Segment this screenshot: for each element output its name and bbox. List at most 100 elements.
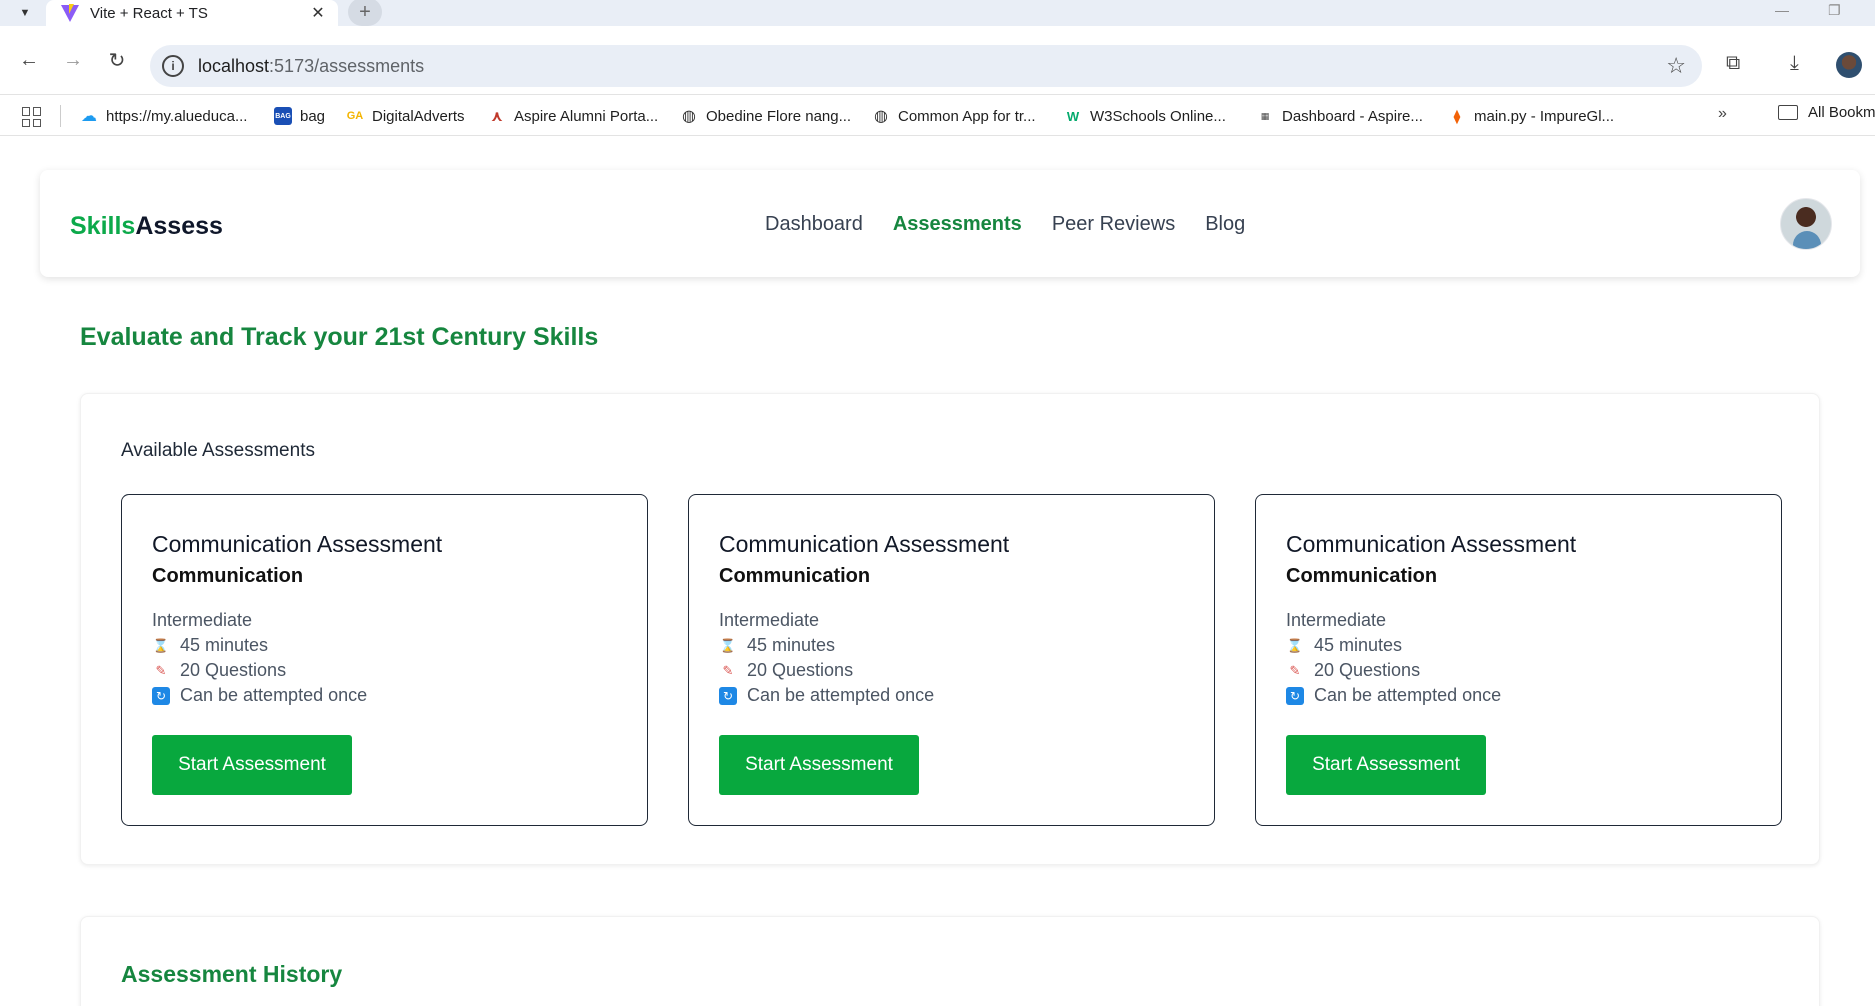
forward-icon[interactable]: → (58, 45, 88, 75)
assessment-questions: ✎ 20 Questions (719, 660, 854, 681)
reload-icon[interactable]: ↻ (102, 45, 132, 75)
tab-search-icon[interactable]: ▼ (14, 2, 36, 24)
bookmark-label: https://my.alueduca... (106, 107, 248, 125)
page-title: Evaluate and Track your 21st Century Ski… (80, 323, 599, 351)
nav-blog[interactable]: Blog (1205, 213, 1245, 236)
assessment-history-section: Assessment History (80, 916, 1820, 1006)
assessment-attempts: ↻ Can be attempted once (1286, 685, 1501, 706)
repeat-icon: ↻ (152, 686, 170, 705)
profile-avatar[interactable] (1836, 52, 1862, 78)
memo-icon: ✎ (722, 662, 734, 678)
tab-title: Vite + React + TS (90, 4, 208, 22)
bag-icon: BAG (274, 107, 292, 125)
minimize-icon[interactable]: — (1775, 2, 1789, 18)
bookmark-item[interactable]: ☁ https://my.alueduca... (80, 104, 247, 128)
main-nav: Dashboard Assessments Peer Reviews Blog (765, 213, 1245, 236)
bookmarks-bar: ☁ https://my.alueduca... BAG bag GA Digi… (0, 94, 1875, 136)
assessment-attempts: ↻ Can be attempted once (152, 685, 367, 706)
bookmark-item[interactable]: W W3Schools Online... (1064, 104, 1226, 128)
dashboard-icon: ▦ (1260, 110, 1270, 121)
nav-peer-reviews[interactable]: Peer Reviews (1052, 213, 1175, 236)
assessment-card: Communication Assessment Communication I… (1255, 494, 1782, 826)
address-bar[interactable]: i localhost:5173/assessments ☆ (150, 45, 1702, 87)
start-assessment-button[interactable]: Start Assessment (719, 735, 919, 795)
history-title: Assessment History (121, 961, 343, 987)
assessment-title: Communication Assessment (152, 531, 443, 557)
bookmark-label: bag (300, 107, 326, 125)
hourglass-icon: ⌛ (719, 637, 737, 653)
bookmark-star-icon[interactable]: ☆ (1666, 53, 1686, 79)
assessment-category: Communication (152, 565, 304, 587)
assessment-questions: ✎ 20 Questions (152, 660, 287, 681)
extensions-icon[interactable]: ⧉ (1726, 52, 1740, 75)
repeat-icon: ↻ (1286, 686, 1304, 705)
assessment-title: Communication Assessment (1286, 531, 1577, 557)
globe-icon: ◍ (682, 108, 696, 125)
url-text: localhost:5173/assessments (198, 55, 425, 76)
ga-icon: GA (346, 110, 364, 122)
repeat-icon: ↻ (719, 686, 737, 705)
app-logo[interactable]: SkillsAssess (70, 212, 223, 241)
assessment-level: Intermediate (1286, 610, 1387, 630)
back-icon[interactable]: ← (14, 45, 44, 75)
bookmark-item[interactable]: GA DigitalAdverts (346, 104, 465, 128)
assessment-card: Communication Assessment Communication I… (688, 494, 1215, 826)
bookmark-item[interactable]: ⋏ Aspire Alumni Porta... (488, 104, 658, 128)
assessment-title: Communication Assessment (719, 531, 1010, 557)
more-bookmarks-icon[interactable]: » (1718, 105, 1727, 123)
close-tab-icon[interactable]: ✕ (306, 3, 330, 23)
nav-assessments[interactable]: Assessments (893, 213, 1022, 236)
bookmark-item[interactable]: ▦ Dashboard - Aspire... (1256, 104, 1423, 128)
globe-icon: ◍ (874, 108, 888, 125)
assessment-duration: ⌛ 45 minutes (719, 635, 836, 655)
all-bookmarks[interactable]: All Bookm (1778, 104, 1875, 121)
assessment-duration: ⌛ 45 minutes (152, 635, 269, 655)
browser-toolbar: ← → ↻ i localhost:5173/assessments ☆ ⧉ ⤓ (0, 26, 1875, 94)
bookmark-label: Obedine Flore nang... (706, 107, 852, 125)
bookmark-item[interactable]: ◍ Common App for tr... (872, 104, 1036, 128)
assessment-category: Communication (1286, 565, 1438, 587)
bookmark-label: main.py - ImpureGl... (1474, 107, 1615, 125)
assessment-category: Communication (719, 565, 871, 587)
bookmark-label: DigitalAdverts (372, 107, 465, 125)
bookmark-label: Common App for tr... (898, 107, 1036, 125)
bookmark-item[interactable]: BAG bag (274, 104, 325, 128)
all-bookmarks-label: All Bookm (1808, 104, 1875, 121)
bookmark-label: Aspire Alumni Porta... (514, 107, 659, 125)
bookmark-item[interactable]: ⧫ main.py - ImpureGl... (1448, 104, 1615, 128)
user-avatar[interactable] (1780, 198, 1832, 250)
start-assessment-button[interactable]: Start Assessment (152, 735, 352, 795)
cloud-icon: ☁ (81, 108, 97, 125)
assessment-duration: ⌛ 45 minutes (1286, 635, 1403, 655)
nav-dashboard[interactable]: Dashboard (765, 213, 863, 236)
bookmark-label: W3Schools Online... (1090, 107, 1226, 125)
section-title: Available Assessments (121, 440, 315, 461)
aspire-icon: ⋏ (490, 108, 504, 125)
assessment-level: Intermediate (152, 610, 253, 630)
restore-icon[interactable]: ❐ (1828, 2, 1841, 19)
site-info-icon[interactable]: i (162, 55, 184, 77)
available-assessments-section: Available Assessments Communication Asse… (80, 393, 1820, 865)
hourglass-icon: ⌛ (152, 637, 170, 653)
bookmark-item[interactable]: ◍ Obedine Flore nang... (680, 104, 851, 128)
bookmarks-divider (60, 105, 61, 127)
hourglass-icon: ⌛ (1286, 637, 1304, 653)
browser-tabstrip: ▼ Vite + React + TS ✕ + — ❐ (0, 0, 1875, 26)
assessment-attempts: ↻ Can be attempted once (719, 685, 934, 706)
assessment-questions: ✎ 20 Questions (1286, 660, 1421, 681)
w3schools-icon: W (1066, 108, 1080, 124)
download-icon[interactable]: ⤓ (1790, 52, 1799, 75)
apps-grid-icon[interactable] (22, 107, 42, 127)
folder-icon (1778, 105, 1798, 120)
new-tab-button[interactable]: + (348, 0, 382, 26)
replit-icon: ⧫ (1453, 107, 1461, 124)
app-navbar: SkillsAssess Dashboard Assessments Peer … (40, 170, 1860, 277)
memo-icon: ✎ (155, 662, 167, 678)
browser-tab[interactable]: Vite + React + TS ✕ (46, 0, 338, 26)
bookmark-label: Dashboard - Aspire... (1282, 107, 1423, 125)
assessment-level: Intermediate (719, 610, 820, 630)
vite-icon (61, 4, 79, 22)
memo-icon: ✎ (1289, 662, 1301, 678)
assessment-card: Communication Assessment Communication I… (121, 494, 648, 826)
start-assessment-button[interactable]: Start Assessment (1286, 735, 1486, 795)
